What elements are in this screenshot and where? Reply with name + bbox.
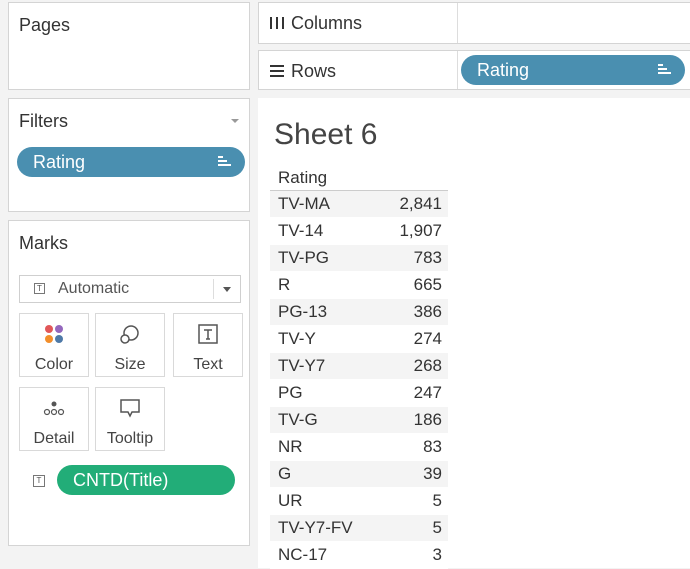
- rows-label: Rows: [291, 61, 337, 81]
- rows-shelf-label: Rows: [269, 61, 336, 82]
- rows-pill-rating[interactable]: Rating: [461, 55, 685, 85]
- text-label: Text: [193, 356, 223, 373]
- columns-label: Columns: [291, 13, 363, 33]
- text-mark-icon[interactable]: T: [33, 475, 45, 487]
- count-cell[interactable]: 247: [414, 380, 442, 406]
- rating-cell[interactable]: R: [278, 272, 290, 298]
- worksheet-view: Sheet 6 Rating TV-MA 2,841 TV-14 1,907 TV-PG…: [258, 98, 690, 569]
- marks-title: Marks: [19, 233, 68, 253]
- rating-cell[interactable]: TV-Y7-FV: [278, 515, 353, 541]
- table-row[interactable]: TV-14 1,907: [270, 218, 448, 245]
- text-button[interactable]: Text: [173, 313, 243, 377]
- table-row[interactable]: UR 5: [270, 488, 448, 515]
- detail-icon: [20, 396, 88, 420]
- rating-cell[interactable]: G: [278, 461, 291, 487]
- rating-cell[interactable]: UR: [278, 488, 303, 514]
- rows-shelf[interactable]: Rows Rating: [258, 50, 690, 90]
- table-body: TV-MA 2,841 TV-14 1,907 TV-PG 783 R 665 PG-13 386…: [270, 191, 448, 569]
- filters-menu-arrow-icon[interactable]: [231, 119, 239, 123]
- rows-pill-label: Rating: [477, 60, 530, 80]
- count-cell[interactable]: 39: [423, 461, 442, 487]
- marks-card: Marks T Automatic Color Size Text Detail…: [8, 220, 250, 546]
- sheet-title[interactable]: Sheet 6: [274, 118, 377, 152]
- shelf-divider: [457, 3, 458, 43]
- detail-button[interactable]: Detail: [19, 387, 89, 451]
- rating-cell[interactable]: TV-PG: [278, 245, 329, 271]
- rating-cell[interactable]: PG-13: [278, 299, 327, 325]
- pages-title: Pages: [19, 15, 71, 35]
- count-cell[interactable]: 274: [414, 326, 442, 352]
- sort-descending-icon: [218, 156, 231, 168]
- rating-cell[interactable]: TV-MA: [278, 191, 330, 217]
- filter-pill-label: Rating: [33, 152, 86, 172]
- size-label: Size: [114, 356, 146, 373]
- table-row[interactable]: TV-MA 2,841: [270, 191, 448, 218]
- text-mark-icon: T: [34, 283, 45, 294]
- data-table: Rating TV-MA 2,841 TV-14 1,907 TV-PG 783 R 665 P…: [270, 166, 448, 569]
- rating-cell[interactable]: NC-17: [278, 542, 327, 568]
- filters-card[interactable]: Filters Rating: [8, 98, 250, 212]
- rating-cell[interactable]: TV-G: [278, 407, 318, 433]
- tooltip-button[interactable]: Tooltip: [95, 387, 165, 451]
- count-cell[interactable]: 268: [414, 353, 442, 379]
- count-cell[interactable]: 665: [414, 272, 442, 298]
- chevron-down-icon[interactable]: [223, 287, 231, 292]
- count-cell[interactable]: 5: [433, 488, 442, 514]
- tooltip-label: Tooltip: [106, 430, 154, 447]
- table-row[interactable]: R 665: [270, 272, 448, 299]
- marks-field-row: T CNTD(Title): [19, 465, 241, 497]
- table-row[interactable]: NC-17 3: [270, 542, 448, 569]
- mark-type-label: Automatic: [58, 280, 130, 297]
- rating-cell[interactable]: TV-Y7: [278, 353, 325, 379]
- count-cell[interactable]: 386: [414, 299, 442, 325]
- count-cell[interactable]: 783: [414, 245, 442, 271]
- columns-shelf-label: Columns: [269, 13, 362, 34]
- rating-cell[interactable]: PG: [278, 380, 303, 406]
- mark-type-dropdown[interactable]: T Automatic: [19, 275, 241, 303]
- columns-icon: [270, 17, 284, 29]
- rating-cell[interactable]: TV-14: [278, 218, 323, 244]
- rating-cell[interactable]: NR: [278, 434, 303, 460]
- columns-shelf[interactable]: Columns: [258, 2, 690, 44]
- dropdown-divider: [213, 279, 214, 299]
- table-row[interactable]: TV-PG 783: [270, 245, 448, 272]
- count-cell[interactable]: 186: [414, 407, 442, 433]
- cntd-title-label: CNTD(Title): [73, 470, 169, 490]
- color-label: Color: [34, 356, 74, 373]
- pages-card[interactable]: Pages: [8, 2, 250, 90]
- detail-label: Detail: [33, 430, 75, 447]
- count-cell[interactable]: 83: [423, 434, 442, 460]
- text-icon: [174, 322, 242, 346]
- count-cell[interactable]: 1,907: [399, 218, 442, 244]
- color-palette-icon: [20, 322, 88, 346]
- table-row[interactable]: TV-G 186: [270, 407, 448, 434]
- cntd-title-pill[interactable]: CNTD(Title): [57, 465, 235, 495]
- tooltip-icon: [96, 396, 164, 420]
- filter-pill-rating[interactable]: Rating: [17, 147, 245, 177]
- table-row[interactable]: PG 247: [270, 380, 448, 407]
- table-row[interactable]: TV-Y7 268: [270, 353, 448, 380]
- table-header-rating[interactable]: Rating: [270, 166, 448, 191]
- table-row[interactable]: TV-Y7-FV 5: [270, 515, 448, 542]
- filters-title: Filters: [19, 111, 68, 131]
- table-row[interactable]: TV-Y 274: [270, 326, 448, 353]
- sort-descending-icon: [658, 64, 671, 76]
- count-cell[interactable]: 3: [433, 542, 442, 568]
- table-row[interactable]: G 39: [270, 461, 448, 488]
- rating-cell[interactable]: TV-Y: [278, 326, 316, 352]
- size-icon: [96, 322, 164, 346]
- table-row[interactable]: PG-13 386: [270, 299, 448, 326]
- count-cell[interactable]: 5: [433, 515, 442, 541]
- rows-icon: [270, 65, 284, 77]
- size-button[interactable]: Size: [95, 313, 165, 377]
- table-row[interactable]: NR 83: [270, 434, 448, 461]
- count-cell[interactable]: 2,841: [399, 191, 442, 217]
- color-button[interactable]: Color: [19, 313, 89, 377]
- shelf-divider: [457, 51, 458, 89]
